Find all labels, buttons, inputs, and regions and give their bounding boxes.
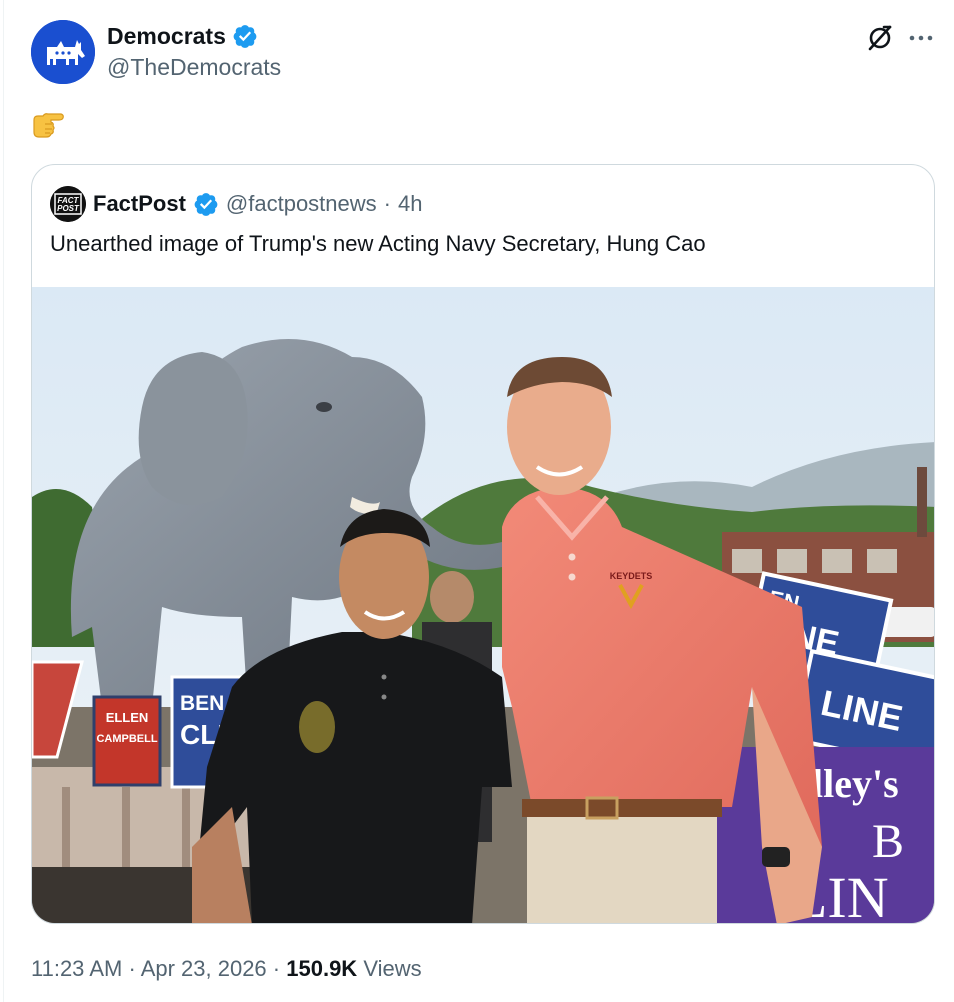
banner-b: B	[872, 815, 904, 868]
quoted-display-name[interactable]: FactPost	[93, 191, 186, 217]
author-handle[interactable]: @TheDemocrats	[107, 54, 281, 81]
pointing-right-hand-emoji	[31, 110, 65, 140]
quoted-verified-badge-icon	[193, 191, 219, 217]
factpost-avatar[interactable]: FACT POST	[50, 186, 86, 222]
left-divider	[3, 0, 4, 1002]
author-avatar[interactable]	[31, 20, 95, 84]
grok-icon[interactable]	[866, 24, 894, 52]
meta-separator-1: ·	[128, 956, 136, 981]
tweet-date[interactable]: Apr 23, 2026	[141, 956, 267, 981]
tweet-meta-row: 11:23 AM · Apr 23, 2026 · 150.9K Views	[31, 956, 422, 982]
donkey-logo-icon	[31, 20, 95, 84]
sign-campbell: CAMPBELL	[96, 733, 157, 745]
author-name-row: Democrats	[107, 21, 258, 51]
views-label: Views	[363, 956, 422, 981]
verified-badge-icon	[232, 23, 258, 49]
quoted-timestamp[interactable]: 4h	[398, 191, 422, 217]
quoted-tweet-card[interactable]: FACT POST FactPost @factpostnews · 4h Un…	[31, 164, 935, 924]
quoted-tweet-text: Unearthed image of Trump's new Acting Na…	[50, 231, 706, 256]
sign-ben: BEN	[180, 692, 224, 715]
author-display-name[interactable]: Democrats	[107, 23, 226, 50]
quoted-tweet-photo[interactable]: ELLEN CAMPBELL BEN CLIN EN LINE LINE all…	[32, 287, 934, 923]
tweet-time[interactable]: 11:23 AM	[31, 956, 122, 981]
shirt-logo: KEYDETS	[610, 571, 653, 581]
quoted-handle[interactable]: @factpostnews	[226, 191, 377, 217]
quoted-separator: ·	[383, 191, 391, 216]
meta-separator-2: ·	[272, 956, 281, 981]
more-options-icon[interactable]	[906, 24, 936, 52]
views-count[interactable]: 150.9K	[286, 956, 357, 981]
sign-ellen: ELLEN	[106, 710, 149, 725]
quoted-tweet-header: FACT POST FactPost @factpostnews · 4h	[50, 186, 422, 222]
factpost-avatar-line-2: POST	[57, 204, 80, 213]
